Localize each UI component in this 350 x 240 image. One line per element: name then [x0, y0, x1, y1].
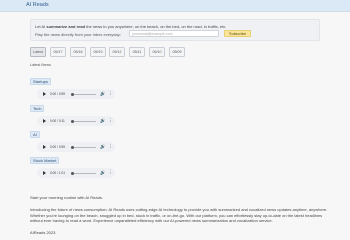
- volume-icon[interactable]: 🔊: [100, 170, 105, 176]
- tagline-bold: summarize and read: [46, 24, 86, 29]
- progress-thumb[interactable]: [71, 171, 74, 175]
- volume-icon[interactable]: 🔊: [100, 144, 105, 150]
- audio-player[interactable]: 0:00 / 0:59 🔊 ⋮: [37, 89, 115, 99]
- audio-progress-bar[interactable]: [71, 171, 96, 175]
- date-tab[interactable]: 05/12: [109, 47, 125, 57]
- subscribe-prompt: Play the news directly from your inbox e…: [35, 32, 121, 37]
- progress-thumb[interactable]: [71, 92, 74, 96]
- date-tab[interactable]: 05/10: [149, 47, 165, 57]
- date-tab[interactable]: 05/19: [90, 47, 106, 57]
- email-input[interactable]: [129, 30, 219, 37]
- audio-player[interactable]: 0:00 / 1:01 🔊 ⋮: [37, 168, 115, 178]
- date-tab[interactable]: 05/11: [129, 47, 145, 57]
- audio-progress-bar[interactable]: [71, 119, 96, 123]
- tagline: Let AI summarize and read the news to yo…: [35, 24, 226, 29]
- more-options-icon[interactable]: ⋮: [108, 144, 113, 150]
- play-icon[interactable]: [43, 119, 46, 123]
- date-tab[interactable]: 05/17: [50, 47, 66, 57]
- description: Introducing the future of news consumpti…: [30, 207, 328, 224]
- category-label: Stock Market: [30, 157, 60, 164]
- audio-time: 0:00 / 0:11: [50, 119, 65, 123]
- more-options-icon[interactable]: ⋮: [108, 118, 113, 124]
- audio-player[interactable]: 0:00 / 0:11 🔊 ⋮: [37, 116, 115, 126]
- date-tab[interactable]: 05/18: [70, 47, 86, 57]
- category-label: Tech: [30, 105, 45, 112]
- volume-icon[interactable]: 🔊: [100, 91, 105, 97]
- subscribe-panel: Let AI summarize and read the news to yo…: [30, 19, 320, 41]
- tagline-after: the news to you anywhere, on the beach, …: [85, 24, 227, 29]
- date-tab[interactable]: 05/09: [169, 47, 185, 57]
- intro-line: Start your morning routine with AI Reads…: [30, 195, 103, 200]
- volume-icon[interactable]: 🔊: [100, 118, 105, 124]
- audio-time: 0:00 / 0:59: [50, 145, 66, 149]
- play-icon[interactable]: [43, 171, 46, 175]
- play-icon[interactable]: [43, 92, 46, 96]
- category-label: Startups: [30, 78, 51, 85]
- category-label: AI: [30, 131, 40, 138]
- play-icon[interactable]: [43, 145, 46, 149]
- audio-progress-bar[interactable]: [71, 92, 96, 96]
- more-options-icon[interactable]: ⋮: [108, 170, 113, 176]
- footer: AIReads 2023.: [30, 230, 57, 235]
- audio-time: 0:00 / 0:59: [50, 92, 66, 96]
- audio-progress-bar[interactable]: [71, 145, 96, 149]
- date-tab[interactable]: Latest: [30, 47, 46, 57]
- more-options-icon[interactable]: ⋮: [108, 91, 113, 97]
- subscribe-button[interactable]: Subscribe: [224, 30, 251, 37]
- progress-thumb[interactable]: [71, 119, 74, 123]
- audio-time: 0:00 / 1:01: [50, 171, 66, 175]
- app-title: AI Reads: [26, 2, 49, 8]
- progress-thumb[interactable]: [71, 145, 74, 149]
- tagline-before: Let AI: [35, 24, 47, 29]
- app-header: AI Reads: [0, 0, 350, 12]
- latest-news-label: Latest News: [30, 63, 51, 67]
- audio-player[interactable]: 0:00 / 0:59 🔊 ⋮: [37, 142, 115, 152]
